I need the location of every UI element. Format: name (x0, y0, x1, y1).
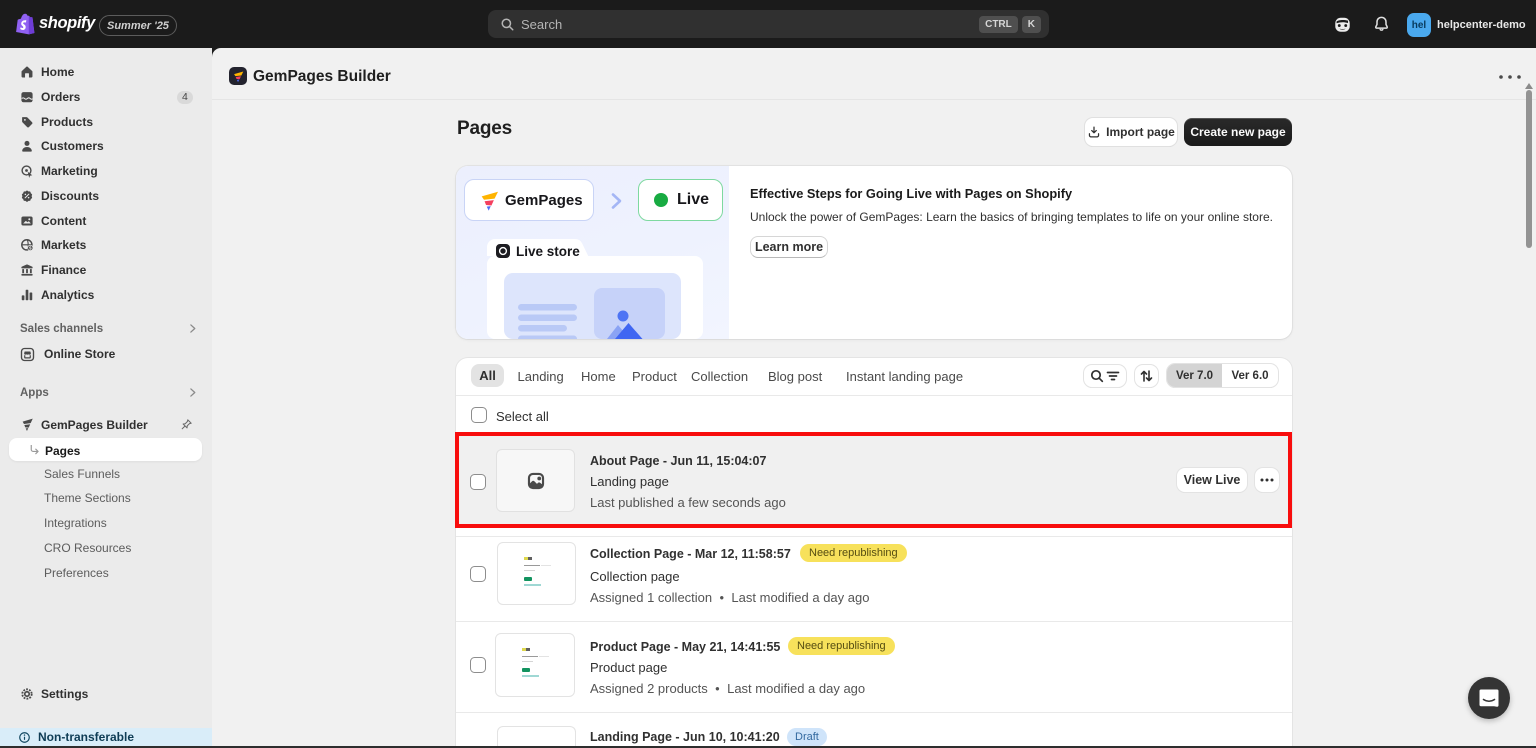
svg-text:Live store: Live store (516, 244, 580, 259)
svg-text:$: $ (29, 246, 32, 251)
